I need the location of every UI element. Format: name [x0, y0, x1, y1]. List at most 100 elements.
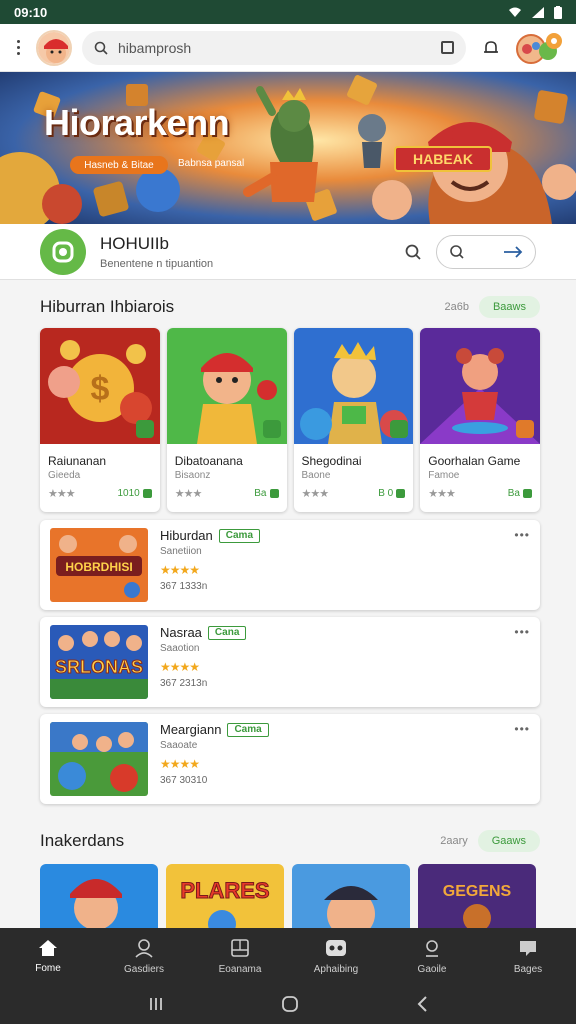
- search-icon: [94, 41, 108, 55]
- section-count: 2a6b: [444, 301, 469, 313]
- game-card[interactable]: Dibatoanana Bisaonz ★★★ Ba: [166, 328, 287, 512]
- section-count: 2aary: [440, 835, 468, 847]
- search-icon: [450, 244, 464, 259]
- star-rating: ★★★: [48, 488, 76, 500]
- banner-cta-button[interactable]: Hasneb & Bitae: [70, 156, 168, 174]
- star-rating: ★★★★: [160, 757, 200, 771]
- nav-label: Gaoile: [417, 963, 447, 975]
- game-card[interactable]: [292, 864, 410, 928]
- category-tag: Cama: [218, 528, 261, 543]
- avatar[interactable]: [36, 29, 72, 66]
- battery-icon: [554, 5, 562, 19]
- profile-avatar-group[interactable]: [516, 31, 566, 65]
- search-input[interactable]: hibamprosh: [118, 40, 431, 56]
- game-card[interactable]: $ Raiunanan Gieeda ★★★ 1010: [40, 328, 160, 512]
- section-header: Inakerdans 2aary Gaaws: [40, 830, 540, 852]
- see-all-button[interactable]: Baaws: [478, 296, 540, 318]
- overflow-menu-icon[interactable]: [10, 40, 26, 55]
- game-card[interactable]: Goorhalan Game Famoe ★★★ Ba: [420, 328, 540, 512]
- see-all-button[interactable]: Gaaws: [477, 830, 540, 852]
- search-bar[interactable]: hibamprosh: [82, 30, 466, 65]
- rating-count: B 0: [378, 488, 394, 499]
- home-button-icon[interactable]: [281, 995, 299, 1013]
- list-item-subtitle: Saaoate: [160, 740, 198, 751]
- app-logo[interactable]: [40, 228, 86, 275]
- game-name: Goorhalan Game: [428, 454, 521, 468]
- game-card-row: PLARES GEGENS: [40, 864, 540, 928]
- game-card-row: $ Raiunanan Gieeda ★★★ 1010 Dibatoanana …: [40, 328, 540, 512]
- more-options-icon[interactable]: •••: [514, 722, 530, 736]
- game-category: Gieeda: [48, 470, 81, 481]
- gamepad-icon: [326, 939, 346, 956]
- nav-label: Gasdiers: [123, 963, 164, 975]
- game-card[interactable]: PLARES: [166, 864, 284, 928]
- signal-icon: [532, 6, 544, 18]
- banner-title: Hiorarkenn: [44, 102, 230, 143]
- star-rating: ★★★: [301, 488, 330, 500]
- banner-sign: HABEAK: [394, 146, 492, 172]
- nav-label: Bages: [513, 963, 543, 975]
- svg-text:GEGENS: GEGENS: [443, 883, 512, 900]
- game-category: Bisaonz: [174, 470, 211, 481]
- game-thumbnail: [166, 328, 287, 444]
- list-item[interactable]: HOBRDHISI Hiburdan Cama Sanetiion ★★★★ 3…: [40, 520, 540, 610]
- game-thumbnail: [293, 328, 414, 444]
- bag-icon: [520, 940, 536, 956]
- more-options-icon[interactable]: •••: [514, 625, 530, 639]
- list-item-title: Nasraa: [160, 625, 202, 640]
- svg-text:HOBRDHISI: HOBRDHISI: [65, 560, 132, 574]
- top-app-bar: hibamprosh: [0, 24, 576, 72]
- hero-banner[interactable]: Hiorarkenn Hasneb & Bitae Babnsa pansal …: [0, 72, 576, 224]
- nav-label: Eoanama: [218, 963, 262, 975]
- list-item[interactable]: SRLONAS Nasraa Cana Saaotion ★★★★ 367 23…: [40, 617, 540, 707]
- nav-label: Fome: [35, 962, 61, 974]
- recents-icon[interactable]: [148, 996, 164, 1012]
- game-name: Dibatoanana: [174, 454, 243, 468]
- search-icon[interactable]: [404, 243, 422, 261]
- nav-item-home[interactable]: Fome: [0, 928, 96, 984]
- list-item[interactable]: Meargiann Cama Saaoate ★★★★ 367 30310 ••…: [40, 714, 540, 804]
- nav-item-eoanama[interactable]: Eoanama: [192, 928, 288, 984]
- more-options-icon[interactable]: •••: [514, 528, 530, 542]
- game-category: Baone: [301, 470, 331, 481]
- section-title: Hiburran Ihbiarois: [40, 297, 175, 316]
- game-thumbnail: $: [40, 328, 160, 444]
- nav-item-bages[interactable]: Bages: [480, 928, 576, 984]
- nav-item-aphaibing[interactable]: Aphaibing: [288, 928, 384, 984]
- list-item-subtitle: Sanetiion: [160, 546, 202, 557]
- game-thumbnail: SRLONAS: [50, 625, 148, 699]
- rating-count: 1010: [117, 488, 140, 499]
- notification-icon[interactable]: [476, 39, 506, 57]
- star-rating: ★★★★: [160, 660, 200, 674]
- list-item-meta: 367 30310: [160, 775, 208, 786]
- wifi-icon: [509, 7, 521, 17]
- status-time: 09:10: [14, 4, 48, 20]
- game-name: Shegodinai: [301, 454, 362, 468]
- game-card[interactable]: Shegodinai Baone ★★★ B 0: [293, 328, 414, 512]
- star-rating: ★★★: [428, 488, 456, 500]
- game-card[interactable]: [40, 864, 158, 928]
- game-card[interactable]: GEGENS: [418, 864, 536, 928]
- nav-label: Aphaibing: [313, 963, 359, 975]
- banner-subtitle: Babnsa pansal: [178, 158, 245, 169]
- bottom-navigation: Fome Gasdiers Eoanama Aphaibing Gaoile B…: [0, 928, 576, 984]
- app-title: HOHUIIb: [100, 233, 169, 253]
- list-item-title: Hiburdan: [160, 528, 213, 543]
- game-thumbnail: [50, 722, 148, 796]
- section-title: Inakerdans: [40, 831, 125, 850]
- person-icon: [135, 938, 153, 958]
- game-category: Famoe: [428, 470, 460, 481]
- star-rating: ★★★★: [160, 563, 200, 577]
- system-navigation-bar: [0, 984, 576, 1024]
- scan-icon[interactable]: [441, 41, 454, 54]
- section-header: Hiburran Ihbiarois 2a6b Baaws: [40, 296, 540, 318]
- nav-item-gaoile[interactable]: Gaoile: [384, 928, 480, 984]
- game-thumbnail: [420, 328, 540, 444]
- rating-count: Ba: [254, 488, 267, 499]
- search-go-button[interactable]: [436, 234, 536, 269]
- rating-count: Ba: [507, 488, 520, 499]
- back-icon[interactable]: [416, 995, 428, 1013]
- list-item-meta: 367 1333n: [160, 581, 208, 592]
- category-tag: Cana: [207, 625, 247, 640]
- nav-item-gasdiers[interactable]: Gasdiers: [96, 928, 192, 984]
